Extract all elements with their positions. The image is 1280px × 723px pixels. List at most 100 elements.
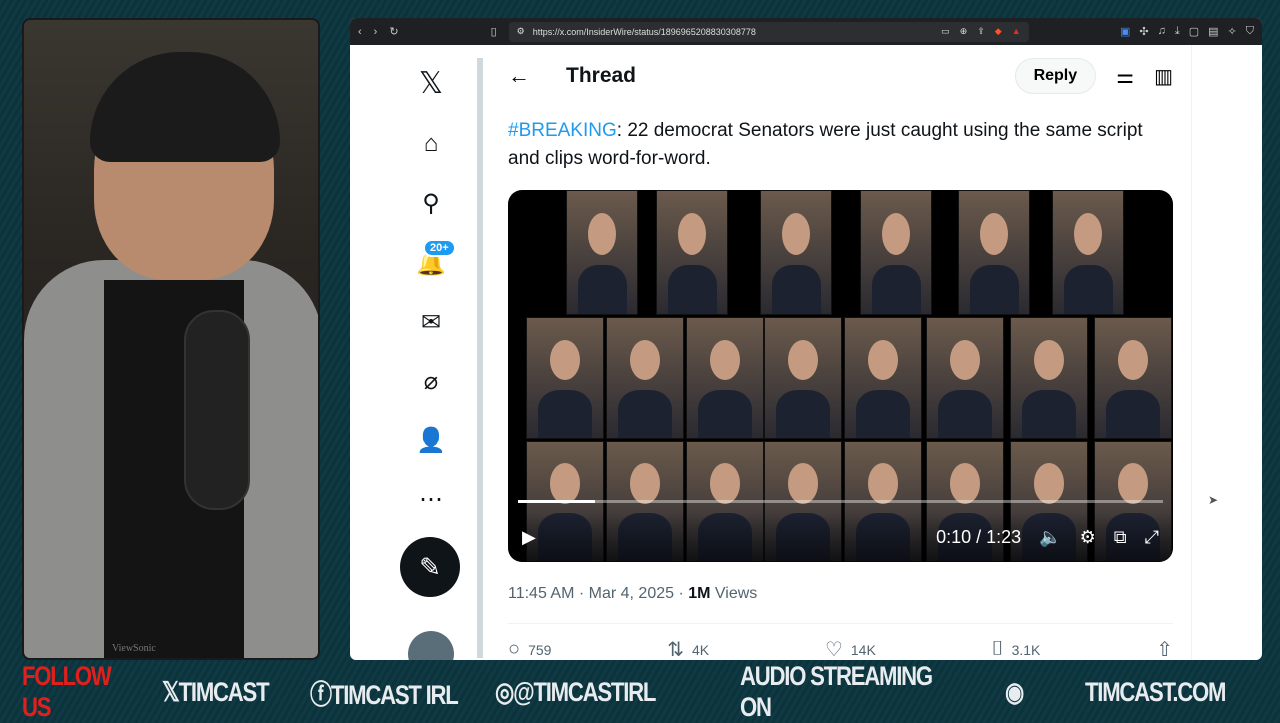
volume-icon[interactable]: 🔈	[1039, 527, 1061, 548]
video-frame	[508, 190, 1173, 562]
audio-streaming: AUDIO STREAMING ON	[740, 661, 933, 722]
reader-icon[interactable]: ▥	[1154, 64, 1173, 89]
senator-clip	[926, 317, 1004, 439]
browser-window: ‹ › ↻ ▯ ⚙ https://x.com/InsiderWire/stat…	[350, 18, 1262, 660]
spotify-icon: ◉	[1005, 676, 1024, 707]
leo-icon[interactable]: ✧	[1228, 25, 1237, 38]
footer-banner: FOLLOW US 𝕏TIMCAST ⓕTIMCAST IRL ◎@TIMCAS…	[0, 661, 1280, 722]
extension-b-icon[interactable]: ▣	[1120, 25, 1130, 38]
senator-clip	[1010, 317, 1088, 439]
repost-icon: ⇅	[667, 639, 685, 660]
progress-fill	[518, 500, 596, 503]
website: TIMCAST.COM	[1085, 676, 1226, 707]
share-action[interactable]: ⇧	[1156, 637, 1173, 660]
extensions: ▣ ✣ ♫ ⤓ ▢ ▤ ✧ ⛉	[1120, 25, 1254, 38]
tweet-actions: ○ 759 ⇅ 4K ♡ 14K ⌷ 3.1K ⇧	[508, 637, 1173, 660]
page-title: Thread	[566, 64, 637, 87]
senator-clip	[1052, 190, 1124, 315]
browser-toolbar: ‹ › ↻ ▯ ⚙ https://x.com/InsiderWire/stat…	[350, 18, 1262, 45]
messages-icon[interactable]: ✉	[415, 306, 447, 338]
reload-icon[interactable]: ↻	[389, 25, 398, 38]
media-icon[interactable]: ♫	[1158, 25, 1166, 38]
url-text[interactable]: https://x.com/InsiderWire/status/1896965…	[533, 27, 756, 37]
reply-button[interactable]: Reply	[1014, 58, 1097, 94]
notifications-icon[interactable]: 🔔 20+	[415, 239, 456, 279]
webcam-feed: ViewSonic	[22, 18, 320, 660]
bookmark-count: 3.1K	[1011, 641, 1041, 658]
video-controls: ▶ 0:10 / 1:23 🔈 ⚙ ⧉ ⤢	[508, 512, 1173, 562]
senator-clip	[526, 317, 604, 439]
reply-action[interactable]: ○ 759	[508, 637, 551, 660]
extensions-icon[interactable]: ✣	[1139, 25, 1148, 38]
home-icon[interactable]: ⌂	[415, 128, 447, 160]
download-icon[interactable]: ⤓	[1175, 25, 1180, 38]
share-icon: ⇧	[1156, 639, 1173, 660]
search-icon[interactable]: ⚲	[415, 187, 447, 219]
hashtag-link[interactable]: #BREAKING	[508, 120, 617, 141]
mouse-cursor: ➤	[1208, 493, 1219, 507]
settings-icon[interactable]: ⚙	[1080, 527, 1096, 548]
site-settings-icon[interactable]: ⚙	[517, 26, 525, 37]
fullscreen-icon[interactable]: ⤢	[1145, 527, 1159, 548]
senator-clip	[656, 190, 728, 315]
vpn-icon[interactable]: ⛉	[1246, 25, 1254, 38]
monitor-brand: ViewSonic	[112, 643, 156, 654]
zoom-icon[interactable]: ⊕	[960, 26, 968, 37]
thread-header: ← Thread Reply ⚌ ▥	[490, 45, 1191, 107]
rewards-icon[interactable]: ▲	[1012, 26, 1021, 37]
scrollbar[interactable]	[477, 58, 483, 658]
bookmark-action[interactable]: ⌷ 3.1K	[992, 637, 1041, 660]
beanie	[90, 52, 280, 162]
timestamp[interactable]: 11:45 AM · Mar 4, 2025 ·	[508, 585, 688, 602]
play-icon[interactable]: ▶	[522, 527, 536, 548]
compose-post-button[interactable]: ✎	[400, 537, 460, 597]
microphone	[184, 310, 250, 510]
x-handle: 𝕏TIMCAST	[162, 676, 270, 707]
grok-icon[interactable]: ⌀	[415, 365, 447, 397]
cast-icon[interactable]: ▭	[941, 26, 950, 37]
senator-clip	[686, 317, 764, 439]
senator-clip	[1094, 317, 1172, 439]
senator-clip	[958, 190, 1030, 315]
video-progress-bar[interactable]	[518, 500, 1163, 503]
follow-us: FOLLOW US	[22, 661, 112, 722]
comment-icon: ○	[508, 638, 521, 660]
facebook-handle: ⓕTIMCAST IRL	[310, 679, 459, 710]
pip-icon[interactable]: ⧉	[1114, 527, 1127, 548]
wallet-icon[interactable]: ▤	[1208, 25, 1218, 38]
account-avatar[interactable]	[408, 631, 454, 660]
share-icon[interactable]: ⇪	[977, 26, 985, 37]
repost-action[interactable]: ⇅ 4K	[667, 637, 709, 660]
reply-count: 759	[528, 641, 552, 658]
heart-icon: ♡	[824, 639, 843, 660]
tweet-meta: 11:45 AM · Mar 4, 2025 · 1M Views	[508, 585, 757, 603]
views-label: Views	[710, 585, 758, 602]
profile-icon[interactable]: 👤	[415, 424, 447, 456]
repost-count: 4K	[692, 641, 710, 658]
filter-icon[interactable]: ⚌	[1116, 64, 1134, 89]
video-player[interactable]: ▶ 0:10 / 1:23 🔈 ⚙ ⧉ ⤢	[508, 190, 1173, 562]
senator-clip	[844, 317, 922, 439]
instagram-handle: ◎@TIMCASTIRL	[495, 676, 656, 707]
x-sidebar: 𝕏 ⌂ ⚲ 🔔 20+ ✉ ⌀ 👤 ⋯ ✎	[400, 45, 460, 660]
bookmark-icon[interactable]: ▯	[491, 25, 497, 38]
tweet-text: #BREAKING: 22 democrat Senators were jus…	[490, 107, 1191, 173]
notification-badge: 20+	[423, 239, 456, 257]
back-arrow-icon[interactable]: ←	[508, 63, 530, 89]
address-bar[interactable]: ⚙ https://x.com/InsiderWire/status/18969…	[508, 21, 1029, 42]
views-count: 1M	[688, 585, 711, 602]
senator-clip	[606, 317, 684, 439]
forward-icon[interactable]: ›	[374, 26, 378, 38]
more-icon[interactable]: ⋯	[415, 483, 447, 515]
brave-shield-icon[interactable]: ◆	[995, 26, 1002, 37]
senator-clip	[860, 190, 932, 315]
like-count: 14K	[850, 641, 876, 658]
thread-column: ← Thread Reply ⚌ ▥ #BREAKING: 22 democra…	[490, 45, 1192, 660]
time-display: 0:10 / 1:23	[936, 526, 1022, 547]
senator-clip	[760, 190, 832, 315]
sidebar-icon[interactable]: ▢	[1189, 25, 1199, 38]
like-action[interactable]: ♡ 14K	[825, 637, 876, 660]
back-icon[interactable]: ‹	[358, 26, 362, 38]
senator-clip	[566, 190, 638, 315]
x-logo-icon[interactable]: 𝕏	[415, 67, 447, 100]
